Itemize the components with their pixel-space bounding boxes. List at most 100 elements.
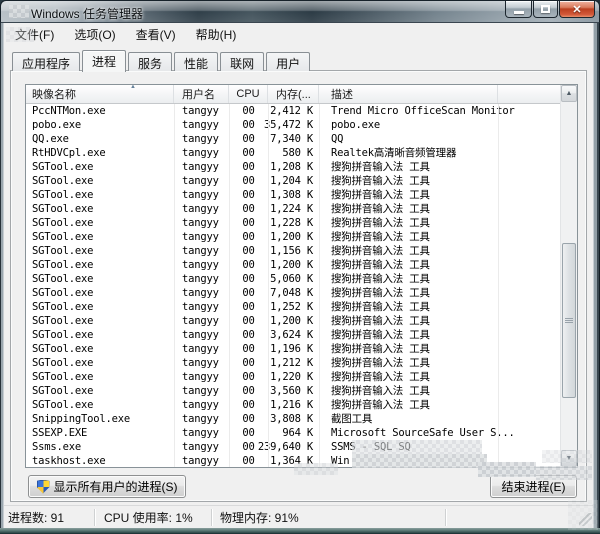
scroll-up-icon: ▲ <box>566 90 573 97</box>
vertical-scrollbar[interactable]: ▲ ▼ <box>560 85 577 467</box>
menubar: 文件(F) 选项(O) 查看(V) 帮助(H) <box>4 24 593 45</box>
close-icon: ✕ <box>572 3 581 16</box>
menu-options[interactable]: 选项(O) <box>67 24 122 45</box>
cell-mem: 7,340 K <box>268 132 319 146</box>
column-header-user[interactable]: 用户名 <box>174 85 229 103</box>
cell-user: tangyy <box>174 104 229 118</box>
cell-name: SGTool.exe <box>26 244 174 258</box>
cell-mem: 1,224 K <box>268 202 319 216</box>
table-row[interactable]: RtHDVCpl.exetangyy00580 KRealtek高清晰音频管理器 <box>26 146 560 160</box>
cell-name: QQ.exe <box>26 132 174 146</box>
table-row[interactable]: SGTool.exetangyy007,048 K搜狗拼音输入法 工具 <box>26 286 560 300</box>
minimize-icon <box>514 11 524 14</box>
cell-desc: 搜狗拼音输入法 工具 <box>319 216 560 230</box>
show-all-processes-button[interactable]: 显示所有用户的进程(S) <box>28 475 186 498</box>
table-row[interactable]: pobo.exetangyy0035,472 Kpobo.exe <box>26 118 560 132</box>
table-row[interactable]: PccNTMon.exetangyy002,412 KTrend Micro O… <box>26 104 560 118</box>
menu-help[interactable]: 帮助(H) <box>189 24 244 45</box>
cell-name: taskhost.exe <box>26 454 174 467</box>
cell-user: tangyy <box>174 384 229 398</box>
censor-mosaic <box>6 27 34 42</box>
process-list: 映像名称 ▲ 用户名 CPU 内存(... 描述 PccNTMon.exetan… <box>25 84 578 468</box>
table-row[interactable]: SGTool.exetangyy001,212 K搜狗拼音输入法 工具 <box>26 356 560 370</box>
cell-name: SGTool.exe <box>26 286 174 300</box>
cell-desc: 搜狗拼音输入法 工具 <box>319 342 560 356</box>
cell-user: tangyy <box>174 244 229 258</box>
censor-mosaic <box>542 450 592 463</box>
cell-mem: 580 K <box>268 146 319 160</box>
cell-cpu: 00 <box>229 174 268 188</box>
tab-networking[interactable]: 联网 <box>220 52 264 71</box>
table-row[interactable]: SGTool.exetangyy001,200 K搜狗拼音输入法 工具 <box>26 230 560 244</box>
censor-mosaic <box>294 463 338 475</box>
titlebar[interactable]: Windows 任务管理器 ✕ <box>0 0 600 23</box>
cell-name: SGTool.exe <box>26 230 174 244</box>
table-row[interactable]: SGTool.exetangyy001,208 K搜狗拼音输入法 工具 <box>26 160 560 174</box>
tab-users[interactable]: 用户 <box>266 52 310 71</box>
cell-mem: 239,640 K <box>268 440 319 454</box>
maximize-button[interactable] <box>533 1 558 18</box>
scrollbar-thumb[interactable] <box>562 243 576 398</box>
table-row[interactable]: SGTool.exetangyy001,200 K搜狗拼音输入法 工具 <box>26 314 560 328</box>
table-row[interactable]: SGTool.exetangyy001,224 K搜狗拼音输入法 工具 <box>26 202 560 216</box>
cell-desc: Realtek高清晰音频管理器 <box>319 146 560 160</box>
table-row[interactable]: SGTool.exetangyy001,204 K搜狗拼音输入法 工具 <box>26 174 560 188</box>
cell-cpu: 00 <box>229 398 268 412</box>
table-row[interactable]: SGTool.exetangyy005,060 K搜狗拼音输入法 工具 <box>26 272 560 286</box>
column-header-label: 用户名 <box>182 86 215 102</box>
cell-name: PccNTMon.exe <box>26 104 174 118</box>
cell-user: tangyy <box>174 174 229 188</box>
tab-processes[interactable]: 进程 <box>82 50 126 72</box>
table-row[interactable]: SSEXP.EXEtangyy00964 KMicrosoft SourceSa… <box>26 426 560 440</box>
table-row[interactable]: SGTool.exetangyy001,216 K搜狗拼音输入法 工具 <box>26 398 560 412</box>
minimize-button[interactable] <box>505 1 532 18</box>
cell-name: RtHDVCpl.exe <box>26 146 174 160</box>
cell-desc: Trend Micro OfficeScan Monitor <box>319 104 560 118</box>
cell-desc: 搜狗拼音输入法 工具 <box>319 356 560 370</box>
censor-mosaic <box>352 440 482 454</box>
cell-mem: 2,412 K <box>268 104 319 118</box>
tab-performance[interactable]: 性能 <box>174 52 218 71</box>
cell-user: tangyy <box>174 118 229 132</box>
column-header-description[interactable]: 描述 <box>319 85 498 103</box>
cell-mem: 3,560 K <box>268 384 319 398</box>
table-row[interactable]: SGTool.exetangyy003,624 K搜狗拼音输入法 工具 <box>26 328 560 342</box>
column-header-image-name[interactable]: 映像名称 ▲ <box>26 85 174 103</box>
table-row[interactable]: SGTool.exetangyy003,560 K搜狗拼音输入法 工具 <box>26 384 560 398</box>
cell-cpu: 00 <box>229 244 268 258</box>
cell-name: SGTool.exe <box>26 258 174 272</box>
column-header-filler <box>498 85 560 103</box>
tab-applications[interactable]: 应用程序 <box>12 52 80 71</box>
column-header-memory[interactable]: 内存(... <box>268 85 319 103</box>
table-row[interactable]: SGTool.exetangyy001,196 K搜狗拼音输入法 工具 <box>26 342 560 356</box>
table-row[interactable]: SGTool.exetangyy001,228 K搜狗拼音输入法 工具 <box>26 216 560 230</box>
cell-user: tangyy <box>174 230 229 244</box>
maximize-icon <box>541 5 550 13</box>
cell-user: tangyy <box>174 286 229 300</box>
table-row[interactable]: SGTool.exetangyy001,308 K搜狗拼音输入法 工具 <box>26 188 560 202</box>
table-row[interactable]: SGTool.exetangyy001,252 K搜狗拼音输入法 工具 <box>26 300 560 314</box>
column-header-label: 映像名称 <box>32 86 76 102</box>
table-row[interactable]: QQ.exetangyy007,340 KQQ <box>26 132 560 146</box>
cell-desc: 搜狗拼音输入法 工具 <box>319 314 560 328</box>
table-row[interactable]: SGTool.exetangyy001,220 K搜狗拼音输入法 工具 <box>26 370 560 384</box>
cell-cpu: 00 <box>229 132 268 146</box>
cell-cpu: 00 <box>229 370 268 384</box>
table-row[interactable]: SGTool.exetangyy001,156 K搜狗拼音输入法 工具 <box>26 244 560 258</box>
close-button[interactable]: ✕ <box>559 1 595 18</box>
tab-services[interactable]: 服务 <box>128 52 172 71</box>
cell-mem: 1,200 K <box>268 314 319 328</box>
column-header-cpu[interactable]: CPU <box>229 85 268 103</box>
table-row[interactable]: SGTool.exetangyy001,200 K搜狗拼音输入法 工具 <box>26 258 560 272</box>
cell-name: SGTool.exe <box>26 356 174 370</box>
cell-mem: 1,212 K <box>268 356 319 370</box>
cell-desc: pobo.exe <box>319 118 560 132</box>
table-row[interactable]: SnippingTool.exetangyy003,808 K截图工具 <box>26 412 560 426</box>
menu-view[interactable]: 查看(V) <box>129 24 183 45</box>
status-process-count: 进程数: 91 <box>4 509 95 526</box>
status-cpu-usage: CPU 使用率: 1% <box>95 509 212 526</box>
cell-mem: 1,252 K <box>268 300 319 314</box>
list-header: 映像名称 ▲ 用户名 CPU 内存(... 描述 <box>26 85 560 104</box>
column-gridline <box>229 104 230 467</box>
scroll-up-button[interactable]: ▲ <box>561 85 577 102</box>
